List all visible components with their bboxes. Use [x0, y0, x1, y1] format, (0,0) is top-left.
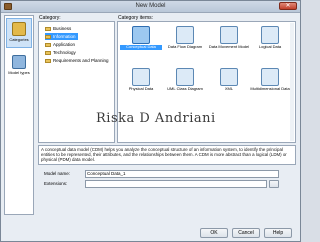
extensions-input[interactable] — [85, 180, 267, 188]
data-flow-diagram-icon — [176, 26, 194, 44]
rail-item-label: Model types — [8, 70, 30, 75]
folder-icon — [45, 34, 51, 39]
item-data-movement-model[interactable]: Data Movement Model — [208, 25, 250, 59]
ok-button[interactable]: OK — [200, 228, 228, 238]
item-data-flow-diagram[interactable]: Data Flow Diagram — [164, 25, 206, 59]
tree-item-technology[interactable]: Technology — [45, 49, 76, 56]
physical-data-icon — [132, 68, 150, 86]
model-types-icon — [12, 55, 26, 69]
window-title: New Model — [135, 3, 166, 9]
folder-icon — [45, 26, 51, 31]
tree-item-application[interactable]: Application — [45, 41, 75, 48]
multidimensional-data-icon — [261, 68, 279, 86]
item-multidimensional-data[interactable]: Multidimensional Data — [249, 67, 291, 101]
categories-icon — [12, 22, 26, 36]
watermark-text: Riska D Andriani — [96, 111, 216, 126]
items-scrollbar[interactable] — [290, 23, 294, 141]
item-conceptual-data[interactable]: Conceptual Data — [120, 25, 162, 59]
conceptual-data-icon — [132, 26, 150, 44]
item-logical-data[interactable]: Logical Data — [249, 25, 291, 59]
help-button[interactable]: Help — [264, 228, 292, 238]
folder-icon — [45, 42, 51, 47]
uml-class-diagram-icon — [176, 68, 194, 86]
data-movement-model-icon — [220, 26, 238, 44]
model-name-input[interactable]: Conceptual Data_1 — [85, 170, 279, 178]
item-xml[interactable]: XML — [208, 67, 250, 101]
tree-item-information[interactable]: Information — [45, 33, 78, 40]
extensions-label: Extensions: — [44, 181, 68, 186]
rail-item-model-types[interactable]: Model types — [6, 52, 32, 82]
model-name-label: Model name: — [44, 171, 71, 176]
folder-icon — [45, 58, 51, 63]
tree-item-requirements-planning[interactable]: Requirements and Planning — [45, 57, 109, 64]
title-bar[interactable]: New Model ✕ — [1, 1, 300, 13]
view-selector-rail: Categories Model types — [4, 15, 34, 215]
model-description: A conceptual data model (CDM) helps you … — [38, 145, 296, 165]
tree-item-business[interactable]: Business — [45, 25, 71, 32]
rail-item-categories[interactable]: Categories — [6, 18, 32, 48]
logical-data-icon — [261, 26, 279, 44]
close-button[interactable]: ✕ — [279, 2, 297, 10]
rail-item-label: Categories — [9, 37, 29, 42]
extensions-browse-button[interactable] — [269, 180, 279, 188]
folder-icon — [45, 50, 51, 55]
cancel-button[interactable]: Cancel — [232, 228, 260, 238]
xml-icon — [220, 68, 238, 86]
item-physical-data[interactable]: Physical Data — [120, 67, 162, 101]
new-model-dialog: New Model ✕ Categories Model types Categ… — [0, 0, 301, 242]
item-uml-class-diagram[interactable]: UML Class Diagram — [164, 67, 206, 101]
